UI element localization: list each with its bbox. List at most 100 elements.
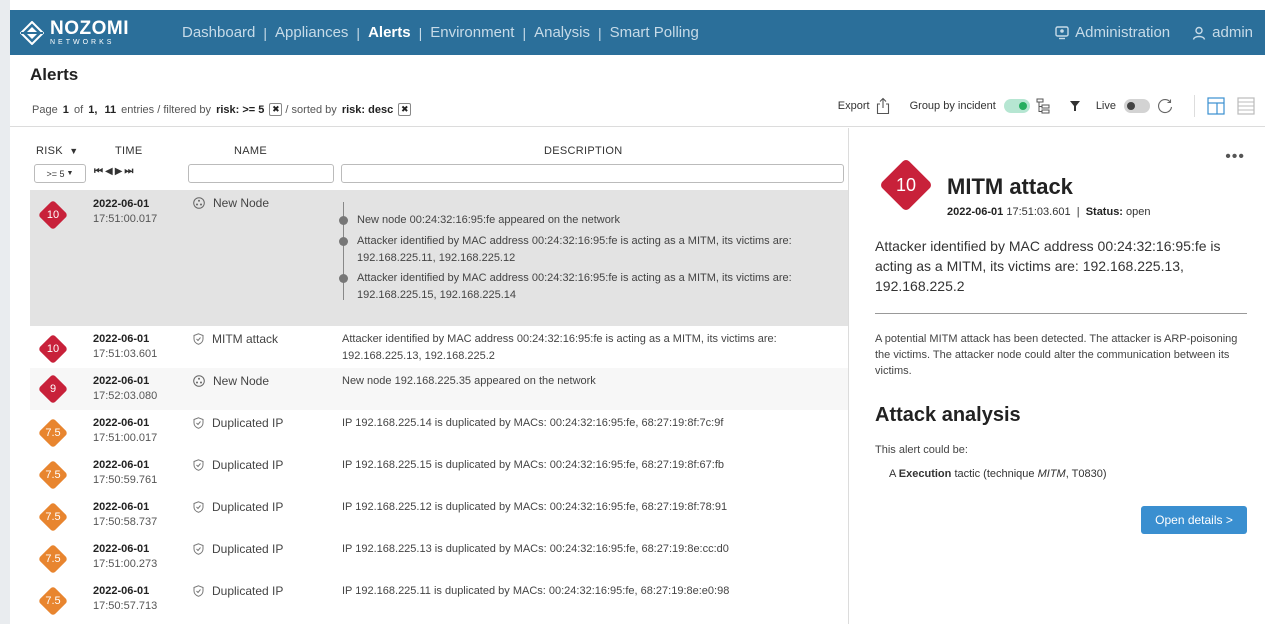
nav-dashboard[interactable]: Dashboard [182, 24, 255, 41]
group-by-toggle[interactable] [1003, 99, 1030, 113]
sort-desc-icon: ▼ [69, 146, 79, 156]
live-toggle-group[interactable]: Live [1096, 97, 1174, 115]
time-navigation: ⏮◀▶⏭ [94, 166, 135, 177]
nav-alerts[interactable]: Alerts [368, 24, 411, 41]
alert-description: IP 192.168.225.11 is duplicated by MACs:… [342, 585, 730, 597]
open-details-button[interactable]: Open details > [1141, 506, 1247, 534]
description-column-header[interactable]: DESCRIPTION [544, 145, 622, 157]
table-row[interactable]: 7.5 2022-06-01 17:51:00.273 Duplicated I… [30, 536, 848, 578]
split-view-button[interactable] [1207, 97, 1225, 115]
risk-badge: 7.5 [37, 543, 69, 575]
nav-separator: | [356, 24, 361, 41]
alert-name-label: Duplicated IP [212, 542, 284, 556]
alert-date: 2022-06-01 [93, 543, 150, 555]
detail-description: Attacker identified by MAC address 00:24… [875, 238, 1221, 294]
filter-button[interactable] [1069, 101, 1080, 111]
more-options-icon[interactable]: ••• [1225, 148, 1245, 166]
remove-filter-button[interactable]: ✖ [269, 103, 283, 116]
table-row[interactable]: 7.5 2022-06-01 17:51:00.017 Duplicated I… [30, 410, 848, 452]
navbar: NOZOMI NETWORKS Dashboard | Appliances |… [10, 10, 1265, 55]
alert-description: IP 192.168.225.15 is duplicated by MACs:… [342, 459, 725, 471]
alert-detail-panel: ••• 10 MITM attack 2022-06-01 17:51:03.6… [849, 128, 1265, 624]
page-total: 1, [88, 103, 98, 116]
logo[interactable]: NOZOMI NETWORKS [19, 18, 160, 46]
alert-name: Duplicated IP [193, 416, 283, 430]
live-toggle[interactable] [1124, 99, 1150, 113]
shield-icon [193, 333, 204, 345]
alert-name: Duplicated IP [193, 458, 283, 472]
group-by-incident[interactable]: Group by incident [910, 98, 1050, 114]
last-page-icon[interactable]: ⏭ [124, 166, 135, 177]
next-icon[interactable]: ▶ [115, 166, 125, 177]
alert-time: 17:50:58.737 [93, 516, 158, 528]
sort-label: risk: desc [341, 103, 394, 116]
user-menu[interactable]: admin [1192, 24, 1253, 41]
table-row[interactable]: 10 2022-06-01 17:51:00.017 New Node New … [30, 190, 848, 326]
nav-separator: | [418, 24, 423, 41]
detail-body: A potential MITM attack has been detecte… [875, 333, 1238, 377]
alert-name-label: Duplicated IP [212, 500, 284, 514]
name-column-header[interactable]: NAME [234, 145, 267, 157]
page-header: Alerts Page 1 of 1, 11 entries / filtere… [10, 55, 1265, 127]
risk-badge: 10 [37, 199, 69, 231]
name-filter-input[interactable] [188, 164, 334, 183]
list-view-button[interactable] [1237, 97, 1255, 115]
left-gutter [0, 0, 10, 624]
table-row[interactable]: 9 2022-06-01 17:52:03.080 New Node New n… [30, 368, 848, 410]
alerts-list: RISK ▼ TIME NAME DESCRIPTION >= 5 ▼ ⏮◀▶⏭… [10, 128, 848, 624]
table-row[interactable]: 10 2022-06-01 17:51:03.601 MITM attack A… [30, 326, 848, 368]
risk-badge: 9 [37, 373, 69, 405]
nav-appliances[interactable]: Appliances [275, 24, 348, 41]
alert-date: 2022-06-01 [93, 459, 150, 471]
remove-sort-button[interactable]: ✖ [398, 103, 412, 116]
timeline-dot [339, 216, 348, 225]
nav-separator: | [263, 24, 268, 41]
sorted-text: / sorted by [285, 103, 337, 116]
export-button[interactable]: Export [838, 97, 890, 115]
alert-description: Attacker identified by MAC address 00:24… [342, 333, 777, 362]
logo-name: NOZOMI [50, 18, 129, 39]
could-be-text: This alert could be: [875, 444, 968, 456]
alert-name-label: New Node [213, 374, 270, 388]
timeline-entry: Attacker identified by MAC address 00:24… [357, 272, 792, 301]
risk-value: 10 [46, 343, 60, 355]
risk-value: 10 [46, 209, 60, 221]
risk-badge: 7.5 [37, 585, 69, 617]
nav-administration[interactable]: Administration [1055, 24, 1170, 41]
split-layout-icon [1207, 97, 1225, 115]
timeline-dot [339, 237, 348, 246]
alert-name-label: MITM attack [212, 332, 279, 346]
risk-filter-select[interactable]: >= 5 ▼ [34, 164, 86, 183]
detail-divider [875, 313, 1247, 314]
nav-separator: | [597, 24, 602, 41]
tactic-mid: tactic (technique [954, 468, 1035, 480]
node-icon [193, 197, 205, 209]
prev-icon[interactable]: ◀ [105, 166, 115, 177]
nav-right: Administration admin [1055, 10, 1253, 55]
refresh-icon [1156, 97, 1174, 115]
alert-date: 2022-06-01 [93, 585, 150, 597]
table-row[interactable]: 7.5 2022-06-01 17:50:57.713 Duplicated I… [30, 578, 848, 620]
time-column-header[interactable]: TIME [115, 145, 142, 157]
technique-id: , T0830) [1065, 468, 1107, 480]
entries-count: 11 [104, 103, 117, 116]
nav-separator: | [522, 24, 527, 41]
meta-separator: | [1076, 206, 1080, 218]
shield-icon [193, 501, 204, 513]
entries-text: entries / filtered by [121, 103, 212, 116]
alert-description: IP 192.168.225.13 is duplicated by MACs:… [342, 543, 729, 555]
alert-name: New Node [193, 196, 269, 210]
risk-column-header[interactable]: RISK ▼ [36, 145, 78, 157]
shield-icon [193, 459, 204, 471]
nav-environment[interactable]: Environment [430, 24, 514, 41]
description-filter-input[interactable] [341, 164, 844, 183]
nozomi-logo-icon [19, 20, 45, 45]
first-page-icon[interactable]: ⏮ [94, 166, 105, 177]
alert-description: IP 192.168.225.12 is duplicated by MACs:… [342, 501, 728, 513]
nav-analysis[interactable]: Analysis [534, 24, 590, 41]
table-row[interactable]: 7.5 2022-06-01 17:50:59.761 Duplicated I… [30, 452, 848, 494]
alert-description: New node 192.168.225.35 appeared on the … [342, 375, 596, 387]
nav-smart-polling[interactable]: Smart Polling [610, 24, 699, 41]
alert-time: 17:50:57.713 [93, 600, 158, 612]
table-row[interactable]: 7.5 2022-06-01 17:50:58.737 Duplicated I… [30, 494, 848, 536]
